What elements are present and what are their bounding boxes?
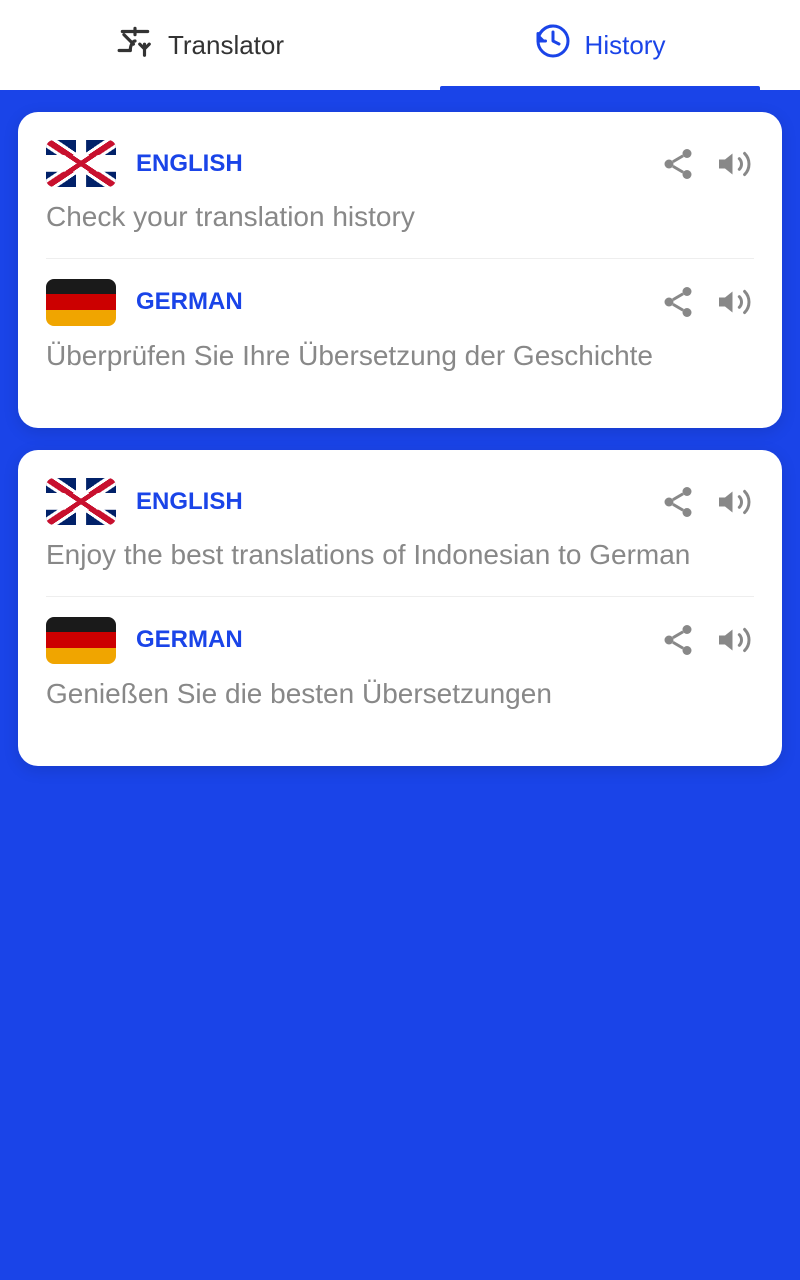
card-divider-1 xyxy=(46,258,754,259)
target-actions-1 xyxy=(660,284,754,320)
de-flag-1 xyxy=(46,279,116,326)
target-text-1: Überprüfen Sie Ihre Übersetzung der Gesc… xyxy=(46,336,754,377)
target-lang-row-2: GERMAN xyxy=(46,617,754,664)
source-text-1: Check your translation history xyxy=(46,197,754,238)
uk-flag-1 xyxy=(46,140,116,187)
target-share-button-1[interactable] xyxy=(660,284,696,320)
target-sound-button-2[interactable] xyxy=(714,622,754,658)
source-lang-row-2: ENGLISH xyxy=(46,478,754,525)
tab-history[interactable]: History xyxy=(400,0,800,90)
source-sound-button-1[interactable] xyxy=(714,146,754,182)
source-actions-2 xyxy=(660,484,754,520)
target-lang-name-1: GERMAN xyxy=(136,288,640,316)
content-area: ENGLISH xyxy=(0,90,800,788)
target-share-button-2[interactable] xyxy=(660,622,696,658)
source-text-2: Enjoy the best translations of Indonesia… xyxy=(46,535,754,576)
tab-translator[interactable]: Translator xyxy=(0,0,400,90)
target-lang-row-1: GERMAN xyxy=(46,279,754,326)
tab-bar: Translator History xyxy=(0,0,800,90)
translator-tab-label: Translator xyxy=(168,30,284,61)
source-lang-name-2: ENGLISH xyxy=(136,488,640,516)
card-divider-2 xyxy=(46,596,754,597)
translation-card-1: ENGLISH xyxy=(18,112,782,428)
translation-card-2: ENGLISH xyxy=(18,450,782,766)
uk-flag-2 xyxy=(46,478,116,525)
target-lang-name-2: GERMAN xyxy=(136,626,640,654)
target-sound-button-1[interactable] xyxy=(714,284,754,320)
source-sound-button-2[interactable] xyxy=(714,484,754,520)
history-tab-label: History xyxy=(585,30,666,61)
source-actions-1 xyxy=(660,146,754,182)
translate-icon xyxy=(116,22,154,68)
source-lang-row-1: ENGLISH xyxy=(46,140,754,187)
source-lang-name-1: ENGLISH xyxy=(136,150,640,178)
target-actions-2 xyxy=(660,622,754,658)
source-share-button-2[interactable] xyxy=(660,484,696,520)
source-share-button-1[interactable] xyxy=(660,146,696,182)
history-icon xyxy=(535,23,571,67)
target-text-2: Genießen Sie die besten Übersetzungen xyxy=(46,674,754,715)
de-flag-2 xyxy=(46,617,116,664)
